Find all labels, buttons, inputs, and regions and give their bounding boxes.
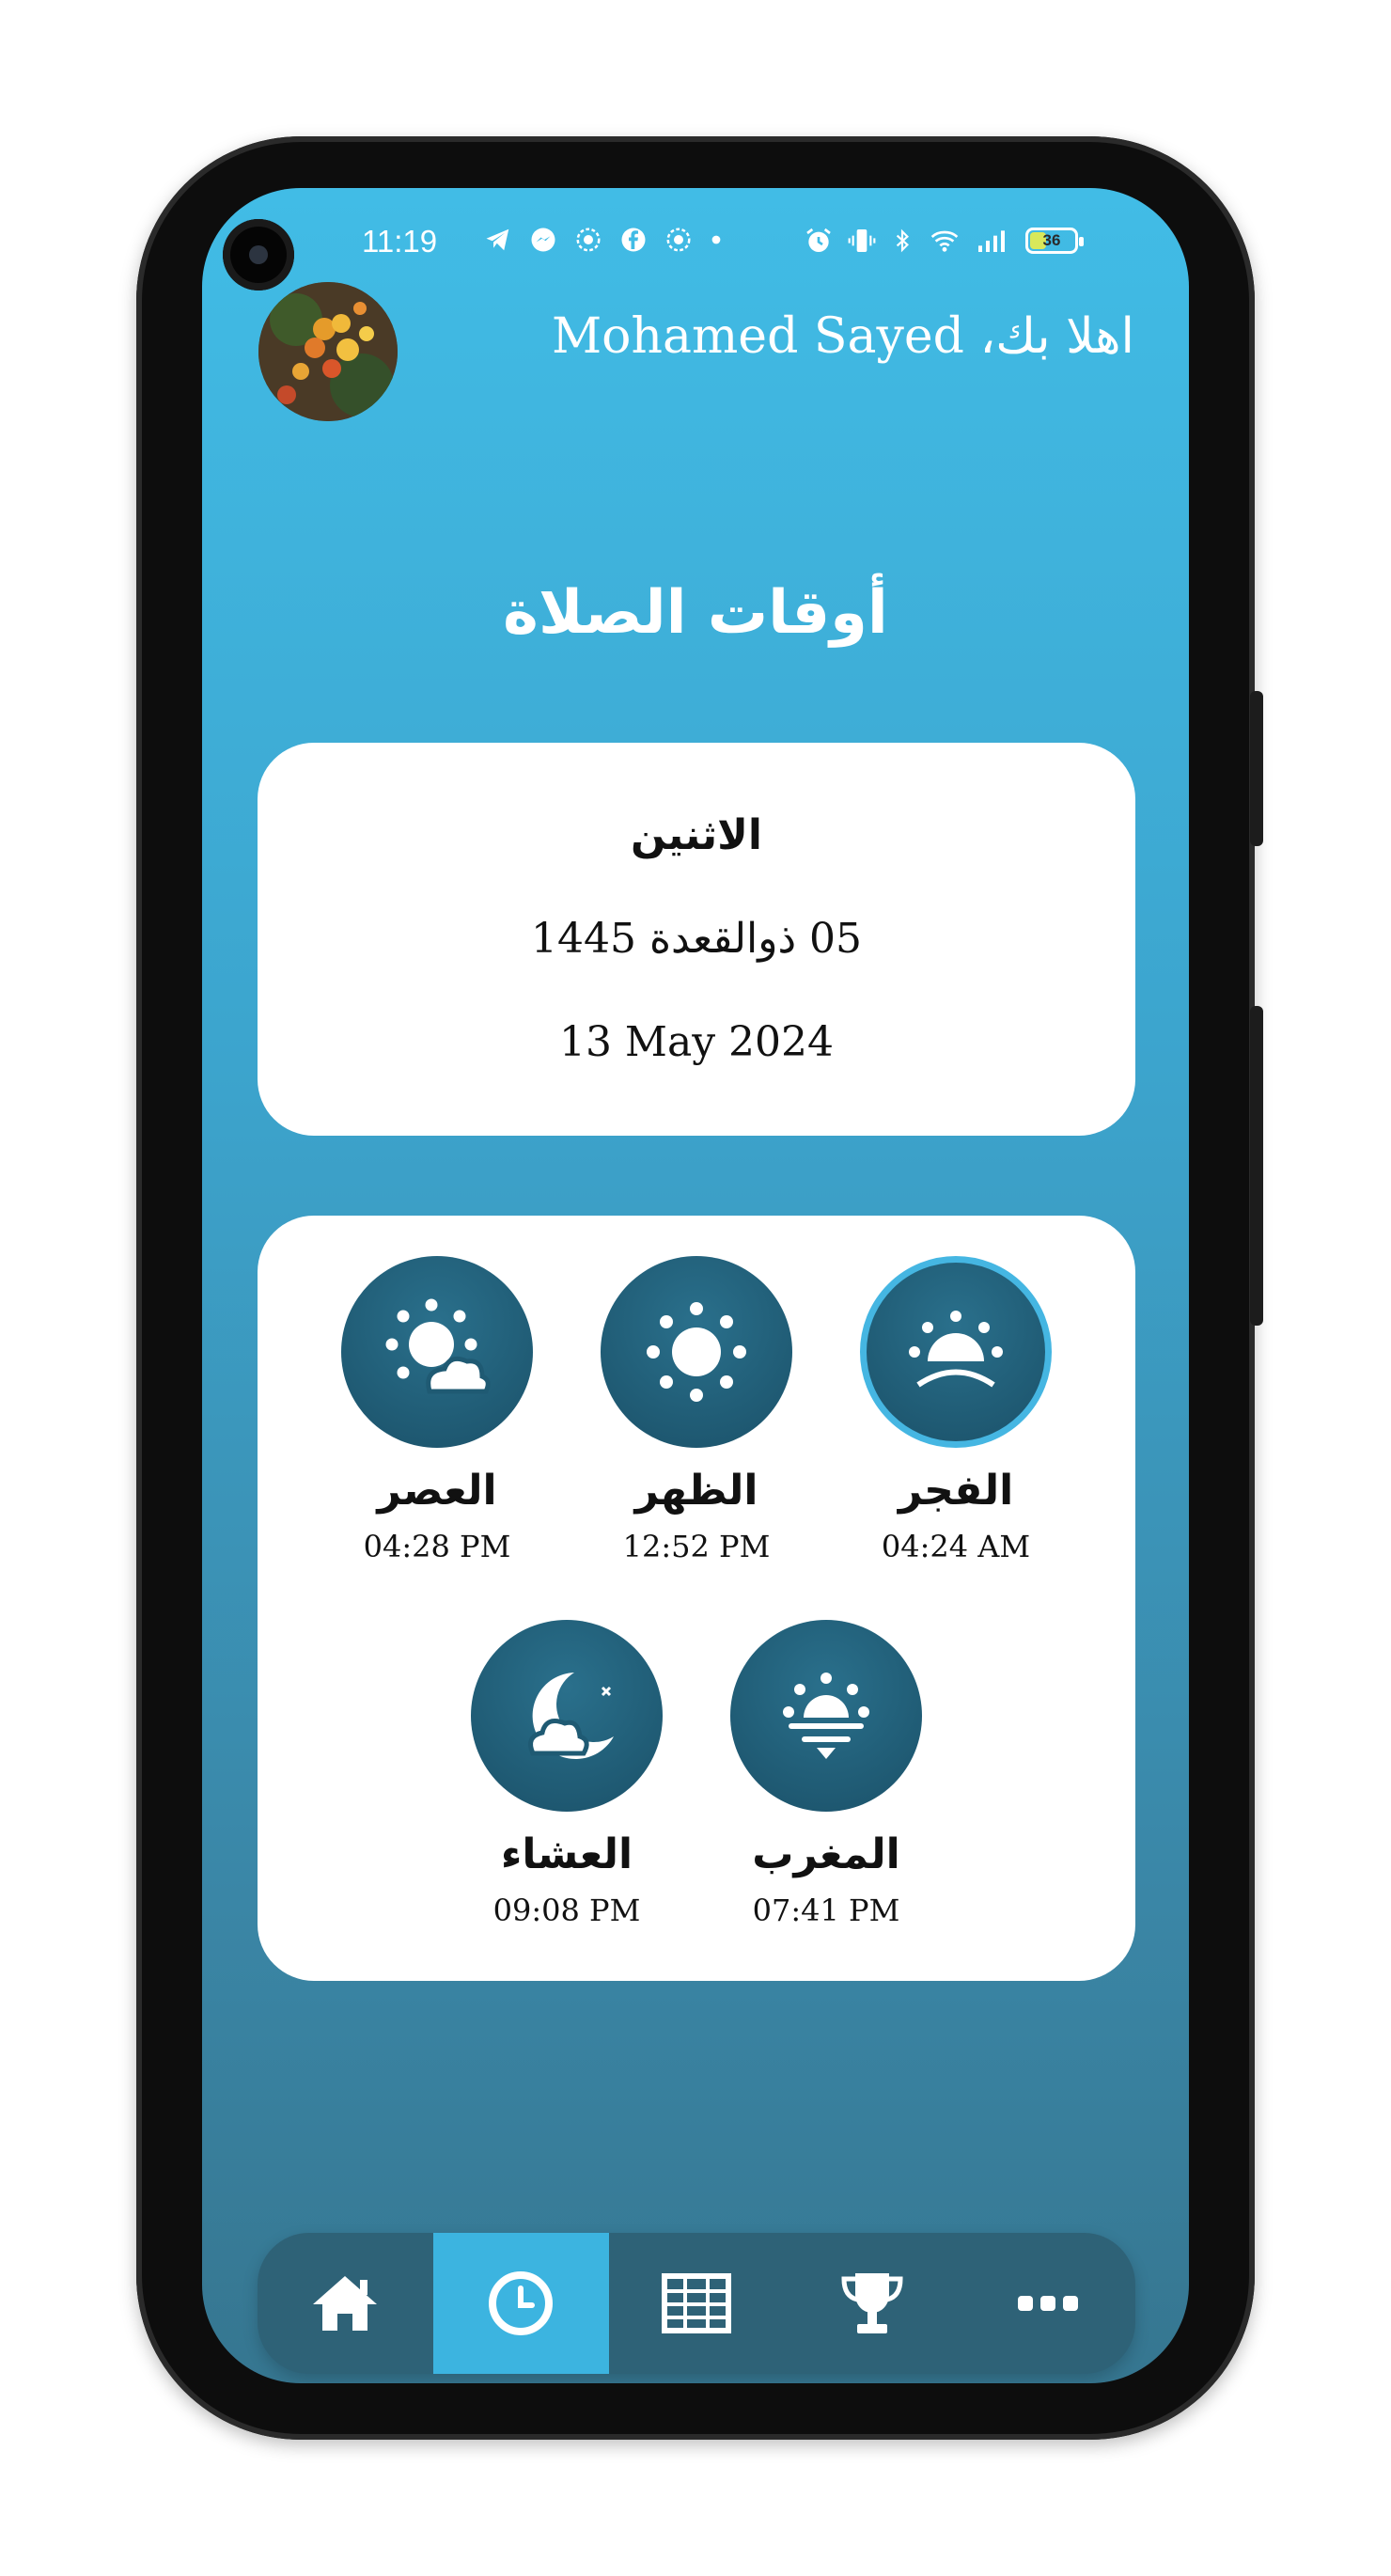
nav-prayer-times[interactable] xyxy=(432,2233,609,2374)
hijri-date: 05 ذوالقعدة 1445 xyxy=(530,915,863,963)
wifi-icon xyxy=(930,230,959,252)
greeting-text: اهلا بك، Mohamed Sayed xyxy=(551,308,1134,365)
clock-icon xyxy=(489,2271,554,2335)
prayer-name: المغرب xyxy=(752,1830,900,1878)
messenger-icon xyxy=(531,228,555,252)
nav-more[interactable] xyxy=(960,2233,1135,2374)
prayer-time: 09:08 PM xyxy=(492,1893,641,1928)
status-time: 11:19 xyxy=(362,224,438,259)
sun-cloud-icon xyxy=(385,1298,491,1394)
prayer-maghrib[interactable]: المغرب 07:41 PM xyxy=(704,1620,948,1928)
grid-icon xyxy=(661,2273,731,2333)
app-icon xyxy=(666,228,691,252)
more-icon xyxy=(1017,2296,1078,2311)
sun-icon xyxy=(647,1302,746,1402)
avatar[interactable] xyxy=(258,282,398,421)
signal-icon xyxy=(978,230,1005,252)
weekday-label: الاثنين xyxy=(631,811,762,859)
nav-schedule[interactable] xyxy=(609,2233,785,2374)
prayer-time: 07:41 PM xyxy=(752,1893,900,1928)
prayer-times-card: الفجر 04:24 AM الظهر 12:52 PM العصر 04:2… xyxy=(258,1216,1135,1981)
prayer-time: 04:28 PM xyxy=(363,1529,511,1564)
power-button xyxy=(1250,1006,1263,1326)
front-camera xyxy=(223,219,294,291)
prayer-icon-bg xyxy=(860,1256,1052,1448)
prayer-icon-bg xyxy=(601,1256,792,1448)
battery-icon: 36 xyxy=(1025,228,1084,254)
prayer-name: الظهر xyxy=(634,1467,758,1515)
prayer-isha[interactable]: العشاء 09:08 PM xyxy=(445,1620,689,1928)
alarm-icon xyxy=(806,228,831,252)
trophy-icon xyxy=(841,2273,903,2333)
prayer-icon-bg xyxy=(730,1620,922,1812)
sunrise-icon xyxy=(909,1311,1003,1388)
nav-achievements[interactable] xyxy=(784,2233,960,2374)
volume-button xyxy=(1250,691,1263,846)
prayer-name: العصر xyxy=(377,1467,497,1515)
telegram-icon xyxy=(486,228,509,251)
prayer-name: الفجر xyxy=(898,1467,1014,1515)
nav-home[interactable] xyxy=(258,2233,433,2374)
app-screen: 11:19 36 اهلا بك، Mohamed Sayed أوقات ال… xyxy=(202,188,1189,2383)
dot-icon xyxy=(711,235,721,244)
home-icon xyxy=(313,2276,378,2331)
app-icon xyxy=(576,228,601,252)
bluetooth-icon xyxy=(896,228,909,253)
vibrate-icon xyxy=(848,229,876,252)
battery-level: 36 xyxy=(1042,231,1061,249)
sunset-icon xyxy=(783,1673,869,1759)
gregorian-date: 13 May 2024 xyxy=(558,1018,835,1066)
moon-cloud-icon xyxy=(528,1673,614,1759)
prayer-icon-bg xyxy=(471,1620,663,1812)
prayer-asr[interactable]: العصر 04:28 PM xyxy=(315,1256,559,1564)
status-icons-left xyxy=(484,226,723,254)
prayer-name: العشاء xyxy=(500,1830,633,1878)
bottom-nav xyxy=(258,2233,1135,2374)
status-icons-right: 36 xyxy=(804,226,1084,256)
prayer-time: 04:24 AM xyxy=(881,1529,1031,1564)
avatar-image xyxy=(258,282,398,421)
facebook-icon xyxy=(621,228,646,252)
prayer-fajr[interactable]: الفجر 04:24 AM xyxy=(834,1256,1078,1564)
prayer-time: 12:52 PM xyxy=(622,1529,771,1564)
prayer-icon-bg xyxy=(341,1256,533,1448)
page-title: أوقات الصلاة xyxy=(503,578,888,648)
prayer-dhuhr[interactable]: الظهر 12:52 PM xyxy=(574,1256,819,1564)
date-card: الاثنين 05 ذوالقعدة 1445 13 May 2024 xyxy=(258,743,1135,1136)
